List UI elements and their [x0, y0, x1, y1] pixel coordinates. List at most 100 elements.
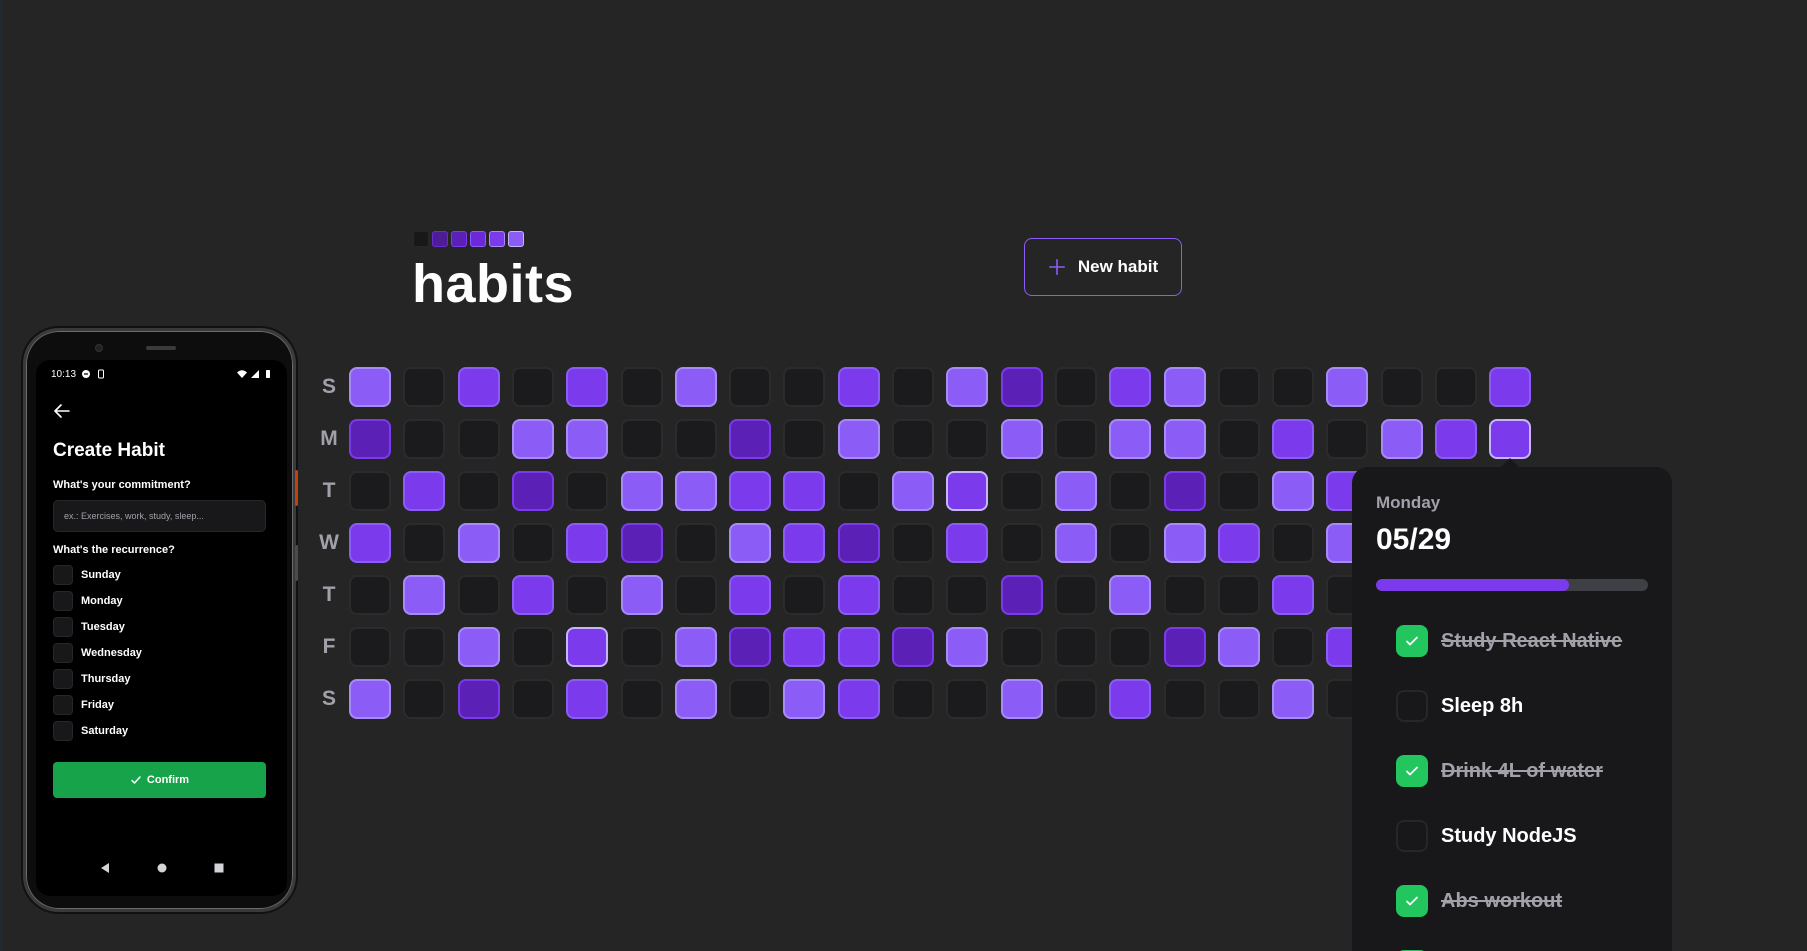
- day-cell[interactable]: [1000, 367, 1043, 407]
- day-cell[interactable]: [892, 523, 934, 563]
- day-cell[interactable]: [566, 523, 609, 563]
- day-cell[interactable]: [837, 367, 880, 407]
- day-cell[interactable]: [349, 575, 391, 615]
- recurrence-option[interactable]: Friday: [53, 695, 142, 715]
- day-cell[interactable]: [1272, 627, 1315, 667]
- day-checkbox[interactable]: [53, 565, 73, 585]
- day-cell[interactable]: [1163, 419, 1206, 459]
- recurrence-option[interactable]: Tuesday: [53, 617, 142, 637]
- day-cell[interactable]: [566, 575, 609, 615]
- nav-recents-icon[interactable]: [213, 862, 225, 874]
- day-checkbox[interactable]: [53, 591, 73, 611]
- day-cell[interactable]: [1435, 367, 1477, 407]
- day-cell[interactable]: [783, 471, 826, 511]
- day-cell[interactable]: [620, 523, 663, 563]
- day-cell[interactable]: [403, 627, 446, 667]
- day-cell[interactable]: [1109, 419, 1152, 459]
- day-cell[interactable]: [1000, 523, 1043, 563]
- recurrence-option[interactable]: Wednesday: [53, 643, 142, 663]
- day-cell[interactable]: [1163, 679, 1206, 719]
- day-cell[interactable]: [946, 367, 989, 407]
- day-cell[interactable]: [783, 627, 826, 667]
- day-cell[interactable]: [946, 627, 989, 667]
- day-cell[interactable]: [1326, 367, 1369, 407]
- day-cell[interactable]: [403, 419, 446, 459]
- day-cell[interactable]: [1326, 419, 1369, 459]
- day-cell[interactable]: [1000, 627, 1043, 667]
- back-arrow-icon[interactable]: [53, 402, 71, 420]
- day-cell[interactable]: [892, 575, 934, 615]
- day-cell[interactable]: [729, 679, 772, 719]
- habit-checkbox[interactable]: [1396, 625, 1428, 657]
- day-cell[interactable]: [729, 471, 772, 511]
- day-cell[interactable]: [1109, 367, 1152, 407]
- day-cell[interactable]: [837, 679, 880, 719]
- habit-checkbox[interactable]: [1396, 885, 1428, 917]
- day-cell[interactable]: [1272, 471, 1315, 511]
- nav-home-icon[interactable]: [156, 862, 168, 874]
- day-cell[interactable]: [511, 627, 554, 667]
- day-cell[interactable]: [892, 419, 934, 459]
- day-cell[interactable]: [349, 471, 391, 511]
- day-cell[interactable]: [1217, 523, 1260, 563]
- day-cell[interactable]: [1054, 471, 1097, 511]
- day-cell[interactable]: [729, 575, 772, 615]
- day-cell[interactable]: [1272, 367, 1315, 407]
- commitment-input[interactable]: ex.: Exercises, work, study, sleep...: [53, 500, 266, 532]
- day-cell[interactable]: [620, 575, 663, 615]
- habit-checkbox[interactable]: [1396, 690, 1428, 722]
- day-cell[interactable]: [349, 679, 391, 719]
- day-cell[interactable]: [946, 419, 989, 459]
- day-cell[interactable]: [674, 679, 717, 719]
- day-cell[interactable]: [946, 471, 989, 511]
- day-cell[interactable]: [783, 575, 826, 615]
- recurrence-option[interactable]: Saturday: [53, 721, 142, 741]
- day-cell[interactable]: [511, 471, 554, 511]
- day-cell[interactable]: [729, 419, 772, 459]
- habit-item[interactable]: Study React Native: [1396, 625, 1648, 657]
- day-cell[interactable]: [729, 523, 772, 563]
- day-cell[interactable]: [1163, 367, 1206, 407]
- day-cell[interactable]: [946, 679, 989, 719]
- day-cell[interactable]: [620, 627, 663, 667]
- day-cell[interactable]: [511, 575, 554, 615]
- day-cell[interactable]: [1272, 679, 1315, 719]
- day-cell[interactable]: [349, 419, 391, 459]
- habit-checkbox[interactable]: [1396, 755, 1428, 787]
- day-cell[interactable]: [729, 367, 772, 407]
- day-cell[interactable]: [1054, 419, 1097, 459]
- day-cell[interactable]: [1489, 419, 1532, 459]
- day-cell[interactable]: [403, 575, 446, 615]
- day-cell[interactable]: [1217, 471, 1260, 511]
- day-cell[interactable]: [946, 523, 989, 563]
- day-cell[interactable]: [1272, 523, 1315, 563]
- new-habit-button[interactable]: New habit: [1024, 238, 1182, 296]
- day-cell[interactable]: [946, 575, 989, 615]
- day-cell[interactable]: [1217, 679, 1260, 719]
- habit-checkbox[interactable]: [1396, 820, 1428, 852]
- day-cell[interactable]: [620, 367, 663, 407]
- day-cell[interactable]: [1217, 575, 1260, 615]
- habit-item[interactable]: Sleep 8h: [1396, 690, 1648, 722]
- day-cell[interactable]: [457, 367, 500, 407]
- day-cell[interactable]: [457, 575, 500, 615]
- recurrence-option[interactable]: Monday: [53, 591, 142, 611]
- day-cell[interactable]: [1272, 575, 1315, 615]
- day-cell[interactable]: [674, 419, 717, 459]
- day-cell[interactable]: [403, 367, 446, 407]
- day-cell[interactable]: [1380, 419, 1423, 459]
- day-cell[interactable]: [1163, 523, 1206, 563]
- habit-item[interactable]: Abs workout: [1396, 885, 1648, 917]
- day-cell[interactable]: [511, 419, 554, 459]
- day-cell[interactable]: [1163, 575, 1206, 615]
- day-cell[interactable]: [837, 419, 880, 459]
- day-cell[interactable]: [1000, 471, 1043, 511]
- day-cell[interactable]: [1000, 679, 1043, 719]
- day-cell[interactable]: [837, 471, 880, 511]
- day-cell[interactable]: [1163, 627, 1206, 667]
- day-cell[interactable]: [892, 679, 934, 719]
- day-cell[interactable]: [620, 419, 663, 459]
- day-cell[interactable]: [783, 679, 826, 719]
- day-cell[interactable]: [1109, 679, 1152, 719]
- habit-item[interactable]: Study NodeJS: [1396, 820, 1648, 852]
